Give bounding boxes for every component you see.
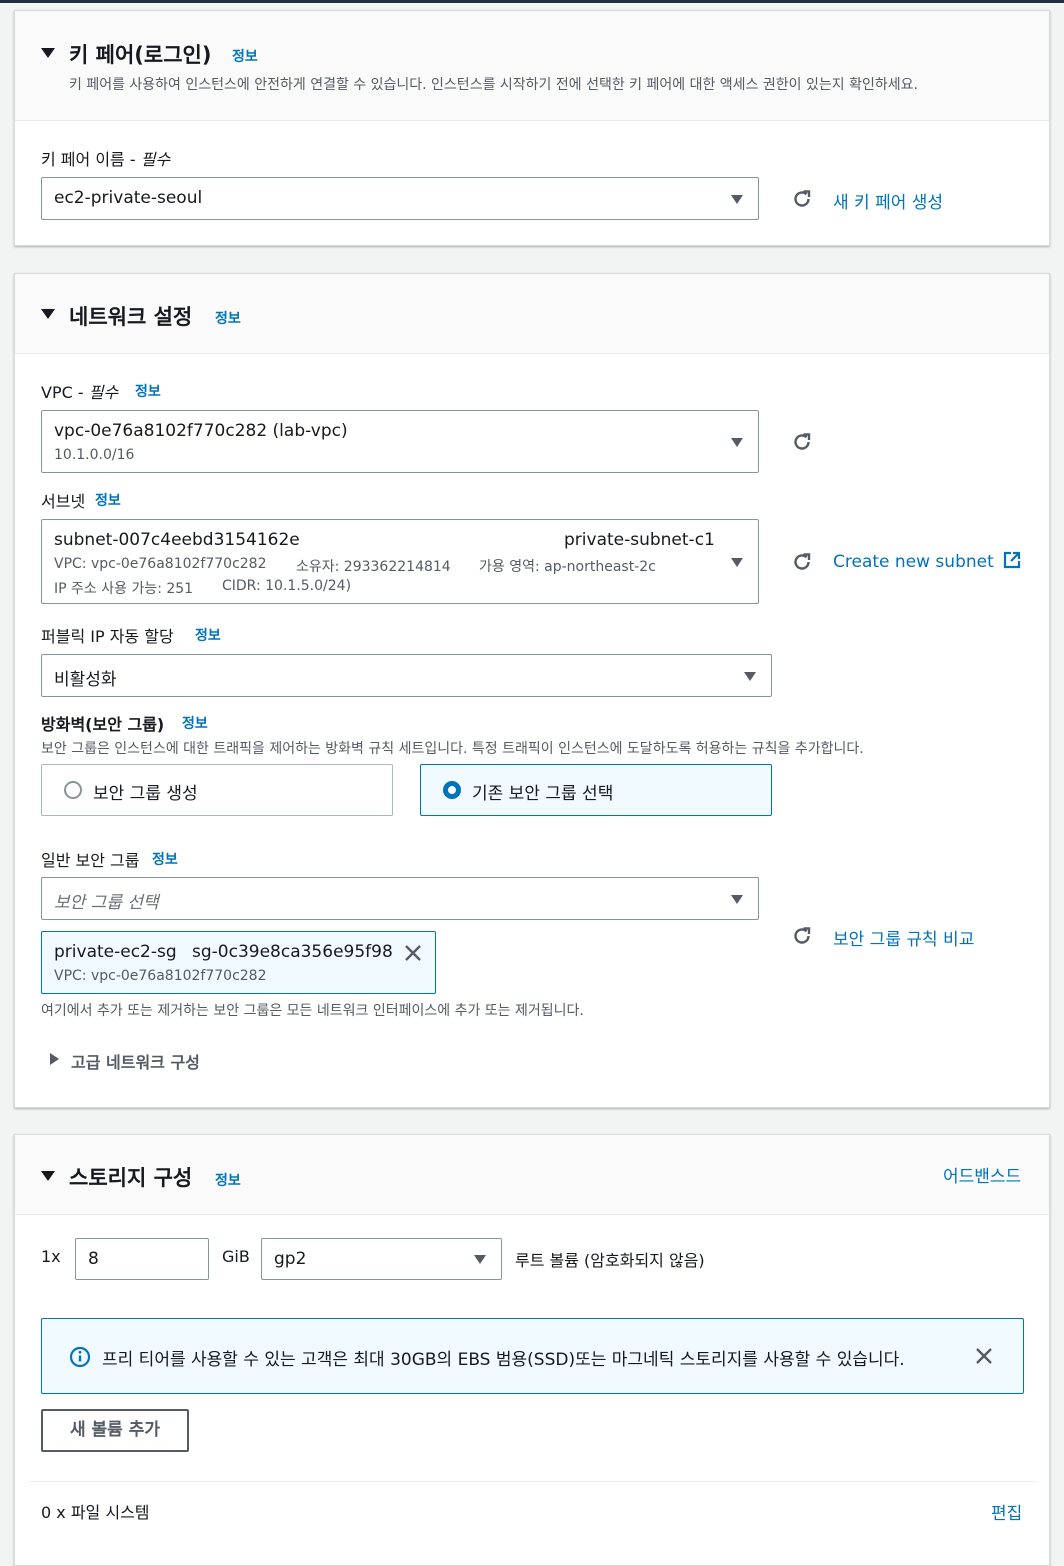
token-sg-name: private-ec2-sg [54, 942, 177, 962]
chevron-down-icon [474, 1255, 486, 1264]
close-icon[interactable] [975, 1347, 993, 1365]
key-pair-header[interactable]: 키 페어(로그인) 정보 키 페어를 사용하여 인스턴스에 안전하게 연결할 수… [15, 11, 1049, 121]
network-info-link[interactable]: 정보 [215, 308, 241, 328]
refresh-icon[interactable] [791, 925, 813, 947]
key-pair-title: 키 페어(로그인) [69, 43, 212, 67]
firewall-description: 보안 그룹은 인스턴스에 대한 트래픽을 제어하는 방화벽 규칙 세트입니다. … [41, 741, 864, 757]
radio-existing-security-group[interactable]: 기존 보안 그룹 선택 [420, 764, 772, 816]
security-group-select[interactable]: 보안 그룹 선택 [41, 877, 759, 920]
add-volume-button[interactable]: 새 볼륨 추가 [41, 1409, 189, 1452]
advanced-link[interactable]: 어드밴스드 [943, 1162, 1021, 1187]
radio-button[interactable] [64, 781, 82, 799]
key-pair-name-label: 키 페어 이름 - 필수 [41, 150, 171, 169]
key-pair-description: 키 페어를 사용하여 인스턴스에 안전하게 연결할 수 있습니다. 인스턴스를 … [69, 77, 918, 93]
refresh-icon[interactable] [791, 431, 813, 453]
external-link-icon [1004, 551, 1021, 569]
vpc-cidr: 10.1.0.0/16 [54, 447, 135, 463]
create-key-pair-link[interactable]: 새 키 페어 생성 [833, 188, 943, 213]
subnet-id: subnet-007c4eebd3154162e [54, 530, 300, 550]
chevron-down-icon [731, 437, 743, 447]
advanced-network-toggle[interactable]: 고급 네트워크 구성 [71, 1049, 200, 1073]
firewall-info-link[interactable]: 정보 [182, 713, 208, 733]
volume-type-select[interactable]: gp2 [261, 1238, 502, 1280]
create-subnet-link[interactable]: Create new subnet [833, 551, 1021, 572]
security-group-note: 여기에서 추가 또는 제거하는 보안 그룹은 모든 네트워크 인터페이스에 추가… [41, 1003, 584, 1019]
vpc-select[interactable]: vpc-0e76a8102f770c282 (lab-vpc) 10.1.0.0… [41, 410, 759, 473]
caret-down-icon[interactable] [41, 48, 55, 58]
subnet-name: private-subnet-c1 [564, 530, 715, 550]
network-panel: 네트워크 설정 정보 VPC - 필수 정보 vpc-0e76a8102f770… [14, 273, 1050, 1108]
radio-button-selected[interactable] [443, 781, 461, 799]
edit-link[interactable]: 편집 [991, 1499, 1022, 1524]
subnet-vpc: VPC: vpc-0e76a8102f770c282 [54, 556, 267, 572]
vpc-label: VPC - 필수 [41, 383, 119, 402]
subnet-info-link[interactable]: 정보 [95, 490, 121, 510]
subnet-cidr: CIDR: 10.1.5.0/24) [222, 578, 352, 594]
subnet-ips: IP 주소 사용 가능: 251 [54, 581, 194, 597]
network-title: 네트워크 설정 [69, 305, 193, 329]
caret-down-icon[interactable] [41, 1171, 55, 1181]
vpc-info-link[interactable]: 정보 [135, 381, 161, 401]
alert-text: 프리 티어를 사용할 수 있는 고객은 최대 30GB의 EBS 범용(SSD)… [102, 1350, 905, 1370]
radio-existing-label: 기존 보안 그룹 선택 [472, 784, 614, 804]
storage-panel: 스토리지 구성 정보 어드밴스드 1x 8 GiB gp2 루트 볼륨 (암호화… [14, 1134, 1050, 1566]
storage-info-link[interactable]: 정보 [215, 1170, 241, 1190]
root-volume-label: 루트 볼륨 (암호화되지 않음) [515, 1251, 705, 1270]
top-border [0, 0, 1064, 3]
radio-create-security-group[interactable]: 보안 그룹 생성 [41, 764, 393, 816]
chevron-down-icon [731, 557, 743, 567]
chevron-down-icon [731, 894, 743, 904]
token-sg-id: sg-0c39e8ca356e95f98 [192, 942, 393, 962]
refresh-icon[interactable] [791, 188, 813, 210]
file-systems-label: 0 x 파일 시스템 [41, 1503, 150, 1522]
subnet-select[interactable]: subnet-007c4eebd3154162e private-subnet-… [41, 519, 759, 604]
volume-count: 1x [41, 1247, 61, 1266]
chevron-down-icon [744, 671, 756, 681]
public-ip-info-link[interactable]: 정보 [195, 625, 221, 645]
public-ip-label: 퍼블릭 IP 자동 할당 [41, 627, 174, 646]
key-pair-info-link[interactable]: 정보 [232, 46, 258, 66]
public-ip-select[interactable]: 비활성화 [41, 654, 772, 697]
token-sg-vpc: VPC: vpc-0e76a8102f770c282 [54, 968, 267, 984]
volume-unit: GiB [222, 1247, 250, 1266]
radio-create-label: 보안 그룹 생성 [93, 784, 198, 804]
security-group-label: 일반 보안 그룹 [41, 851, 140, 870]
free-tier-alert: 프리 티어를 사용할 수 있는 고객은 최대 30GB의 EBS 범용(SSD)… [41, 1318, 1024, 1394]
compare-rules-link[interactable]: 보안 그룹 규칙 비교 [833, 925, 974, 950]
caret-down-icon[interactable] [41, 309, 55, 319]
caret-right-icon[interactable] [50, 1053, 59, 1065]
security-group-info-link[interactable]: 정보 [152, 849, 178, 869]
security-group-placeholder: 보안 그룹 선택 [54, 893, 159, 913]
volume-size-input[interactable]: 8 [75, 1238, 209, 1280]
storage-title: 스토리지 구성 [69, 1166, 193, 1190]
firewall-label: 방화벽(보안 그룹) [41, 715, 165, 734]
key-pair-value: ec2-private-seoul [54, 188, 203, 208]
volume-type-value: gp2 [274, 1249, 307, 1269]
subnet-label: 서브넷 [41, 492, 86, 511]
info-icon [69, 1346, 91, 1368]
storage-header[interactable]: 스토리지 구성 정보 어드밴스드 [15, 1135, 1049, 1215]
subnet-az: 가용 영역: ap-northeast-2c [479, 559, 656, 575]
key-pair-select[interactable]: ec2-private-seoul [41, 177, 759, 220]
divider [29, 1481, 1037, 1482]
close-icon[interactable] [404, 944, 422, 962]
public-ip-value: 비활성화 [54, 670, 117, 690]
vpc-value: vpc-0e76a8102f770c282 (lab-vpc) [54, 421, 348, 441]
network-header[interactable]: 네트워크 설정 정보 [15, 274, 1049, 354]
subnet-owner: 소유자: 293362214814 [296, 559, 451, 575]
security-group-token: private-ec2-sg sg-0c39e8ca356e95f98 VPC:… [41, 931, 436, 994]
chevron-down-icon [731, 194, 743, 204]
key-pair-panel: 키 페어(로그인) 정보 키 페어를 사용하여 인스턴스에 안전하게 연결할 수… [14, 10, 1050, 246]
refresh-icon[interactable] [791, 551, 813, 573]
